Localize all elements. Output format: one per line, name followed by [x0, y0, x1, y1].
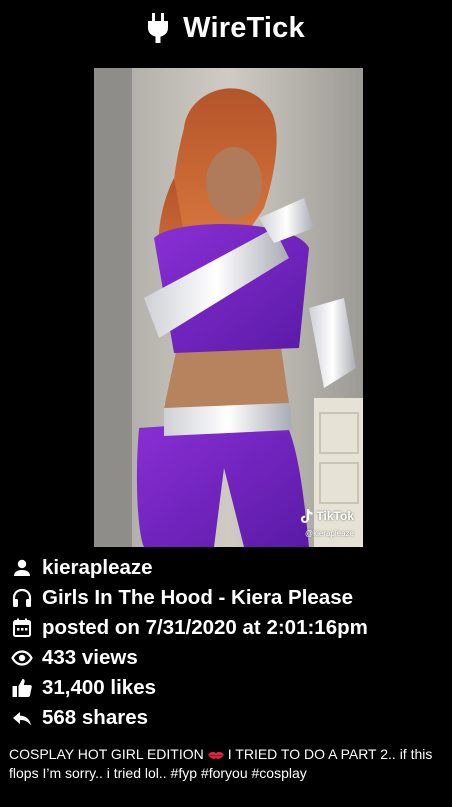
video-player[interactable]: TikTok @kierapleaze — [94, 68, 363, 547]
tiktok-note-icon — [301, 509, 313, 523]
likes-row: 31,400 likes — [11, 673, 451, 703]
video-caption: COSPLAY HOT GIRL EDITION I TRIED TO DO A … — [9, 745, 445, 783]
shares-row: 568 shares — [11, 703, 451, 733]
sound-row[interactable]: Girls In The Hood - Kiera Please — [11, 583, 451, 613]
person-icon — [14, 559, 30, 576]
kiss-lips-icon — [207, 751, 224, 759]
author-row[interactable]: kierapleaze — [11, 553, 451, 583]
plug-icon — [148, 13, 169, 43]
reply-arrow-icon — [13, 712, 31, 726]
headphones-icon — [12, 588, 32, 607]
video-frame — [94, 68, 363, 547]
posted-date: posted on 7/31/2020 at 2:01:16pm — [42, 616, 368, 639]
brand[interactable]: WireTick — [147, 12, 305, 45]
video-meta: kierapleaze Girls In The Hood - Kiera Pl… — [11, 553, 451, 733]
likes-count: 31,400 likes — [42, 676, 156, 699]
views-count: 433 views — [42, 646, 138, 669]
tiktok-brand-label: TikTok — [316, 509, 354, 523]
tiktok-handle: @kierapleaze — [304, 529, 354, 538]
posted-row: posted on 7/31/2020 at 2:01:16pm — [11, 613, 451, 643]
sound-title: Girls In The Hood - Kiera Please — [42, 586, 354, 609]
calendar-icon — [13, 618, 31, 637]
views-row: 433 views — [11, 643, 451, 673]
eye-icon — [11, 650, 33, 666]
app-header: WireTick — [0, 0, 452, 56]
author-name: kierapleaze — [42, 556, 153, 579]
tiktok-watermark: TikTok — [301, 509, 354, 523]
thumbs-up-icon — [12, 679, 32, 697]
shares-count: 568 shares — [42, 706, 149, 729]
app-title: WireTick — [183, 11, 305, 44]
caption-text-start: COSPLAY HOT GIRL EDITION — [9, 746, 204, 762]
